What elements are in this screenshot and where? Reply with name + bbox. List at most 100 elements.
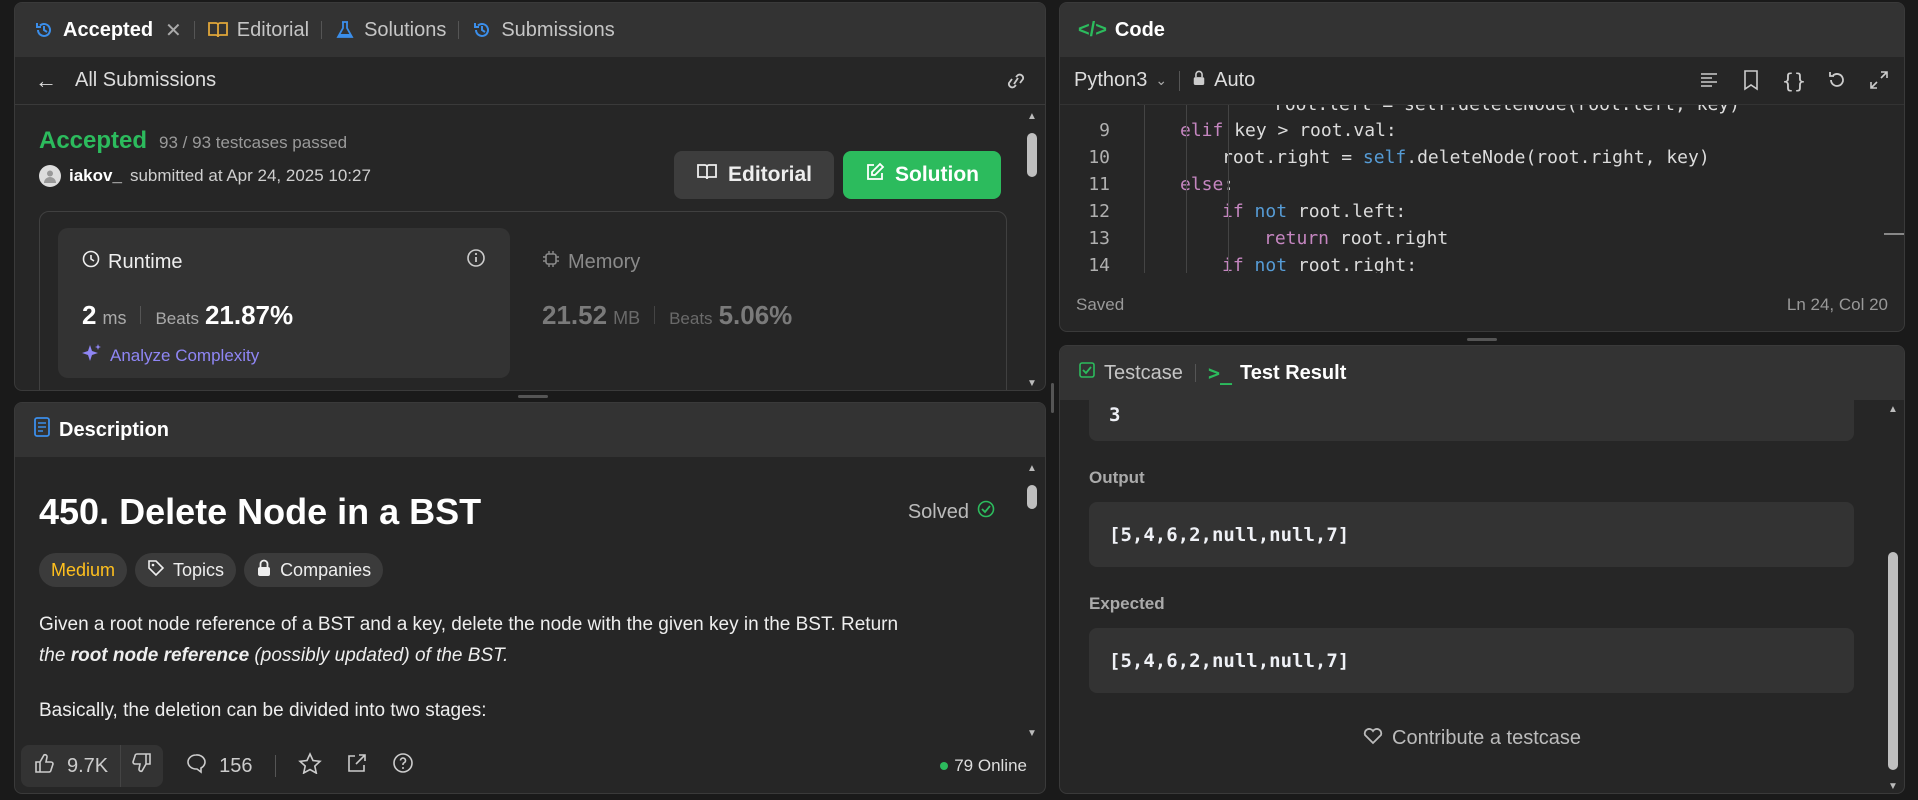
cursor-position: Ln 24, Col 20 (1786, 295, 1888, 314)
line-number: 14 (1088, 255, 1110, 273)
statement-the: the (39, 645, 66, 666)
tab-description[interactable]: Description (33, 416, 169, 444)
memory-beats-label: Beats (669, 309, 713, 328)
language-value: Python3 (1074, 69, 1148, 91)
tab-submissions[interactable]: Submissions (471, 19, 615, 42)
problem-title[interactable]: 450. Delete Node in a BST (39, 491, 481, 533)
scroll-up-icon[interactable]: ▲ (1027, 111, 1037, 122)
tab-test-result-label: Test Result (1240, 361, 1347, 384)
link-icon[interactable] (1003, 70, 1029, 98)
tab-test-result[interactable]: >_ Test Result (1208, 361, 1346, 385)
tab-code[interactable]: </> Code (1078, 19, 1165, 42)
language-select[interactable]: Python3 ⌄ (1074, 69, 1167, 92)
submission-content: Accepted 93 / 93 testcases passed iakov_… (15, 127, 1045, 390)
solution-button[interactable]: Solution (843, 151, 1001, 199)
memory-card[interactable]: Memory 21.52 MB Beats 5.06% (542, 228, 792, 353)
tab-description-label: Description (59, 418, 170, 441)
braces-icon[interactable]: {} (1782, 69, 1806, 97)
resize-handle-right[interactable] (1467, 338, 1497, 341)
result-scrollbar[interactable]: ▲ ▼ (1886, 404, 1900, 792)
line-number: 12 (1088, 201, 1110, 222)
star-icon[interactable] (297, 752, 322, 780)
all-submissions-link[interactable]: All Submissions (75, 69, 216, 92)
resize-handle-left[interactable] (518, 395, 548, 398)
companies-button[interactable]: Companies (244, 553, 384, 587)
output-box: [5,4,6,2,null,null,7] (1089, 502, 1854, 567)
close-icon[interactable]: ✕ (165, 18, 182, 43)
format-icon[interactable] (1698, 69, 1720, 97)
editorial-button[interactable]: Editorial (674, 151, 835, 199)
history-icon (33, 19, 55, 41)
scroll-down-icon[interactable]: ▼ (1888, 781, 1898, 792)
online-dot (940, 762, 949, 770)
expected-value: [5,4,6,2,null,null,7] (1109, 649, 1350, 672)
memory-value: 21.52 (542, 300, 608, 330)
upvote-button[interactable]: 9.7K (21, 745, 122, 787)
description-scrollbar[interactable]: ▲ ▼ (1025, 463, 1039, 739)
runtime-card[interactable]: Runtime 2 ms Beats 21.87% Analyze Comple… (58, 228, 510, 378)
scroll-thumb[interactable] (1888, 552, 1898, 770)
submission-panel: Accepted ✕ Editorial Solutions Submissio… (14, 2, 1046, 391)
info-icon[interactable] (466, 248, 486, 273)
topics-button[interactable]: Topics (135, 553, 237, 587)
expand-icon[interactable] (1868, 69, 1890, 97)
comments-button[interactable]: 156 (185, 752, 253, 780)
reset-icon[interactable] (1826, 69, 1848, 97)
lock-icon (1192, 69, 1206, 92)
terminal-icon: >_ (1207, 361, 1233, 385)
tab-editorial[interactable]: Editorial (207, 19, 309, 42)
tab-accepted[interactable]: Accepted ✕ (33, 18, 182, 43)
downvote-button[interactable] (121, 752, 163, 780)
scroll-down-icon[interactable]: ▼ (1027, 728, 1037, 739)
statement-tail: (possibly updated) of the BST. (254, 645, 509, 666)
submission-scrollbar[interactable]: ▲ ▼ (1025, 111, 1039, 390)
likes-count: 9.7K (67, 754, 109, 777)
resize-handle-vertical[interactable] (1051, 383, 1054, 413)
description-tabbar: Description (15, 403, 1045, 457)
tab-solutions[interactable]: Solutions (334, 19, 446, 42)
divider (193, 21, 195, 39)
runtime-label: Runtime (108, 250, 183, 273)
submission-tabbar: Accepted ✕ Editorial Solutions Submissio… (15, 3, 1045, 57)
avatar[interactable] (39, 165, 61, 187)
code-text: if not root.left: (1130, 201, 1406, 222)
code-text: else: (1130, 174, 1234, 195)
code-editor[interactable]: root.left = self.deleteNode(root.left, k… (1060, 105, 1904, 273)
divider (654, 306, 656, 324)
tab-solutions-label: Solutions (364, 18, 447, 41)
tab-accepted-label: Accepted (63, 18, 154, 41)
tag-icon (147, 559, 165, 582)
username[interactable]: iakov_ (69, 166, 122, 186)
scroll-thumb[interactable] (1027, 133, 1037, 177)
runtime-beats: 21.87% (204, 300, 294, 330)
code-text: elif key > root.val: (1130, 120, 1397, 141)
companies-label: Companies (280, 559, 372, 580)
contribute-testcase-button[interactable]: Contribute a testcase (1089, 725, 1854, 751)
analyze-complexity-label: Analyze Complexity (110, 345, 260, 365)
back-bar: ← All Submissions (15, 57, 1045, 105)
scroll-up-icon[interactable]: ▲ (1888, 404, 1898, 415)
arrow-left-icon[interactable]: ← (35, 68, 57, 94)
scroll-down-icon[interactable]: ▼ (1027, 378, 1037, 389)
memory-unit: MB (613, 308, 641, 328)
result-tabbar: Testcase >_ Test Result (1060, 346, 1904, 400)
tab-testcase[interactable]: Testcase (1078, 361, 1183, 385)
problem-statement: Given a root node reference of a BST and… (39, 609, 995, 726)
help-icon[interactable] (392, 752, 414, 780)
editor-actions: {} (1698, 69, 1890, 97)
bookmark-icon[interactable] (1740, 69, 1762, 97)
analyze-complexity-link[interactable]: Analyze Complexity (82, 343, 486, 368)
scroll-up-icon[interactable]: ▲ (1027, 463, 1037, 474)
runtime-beats-label: Beats (155, 309, 199, 328)
line-number: 10 (1088, 147, 1110, 168)
scroll-thumb[interactable] (1027, 485, 1037, 509)
difficulty-badge[interactable]: Medium (39, 553, 128, 587)
share-icon[interactable] (346, 752, 368, 780)
contribute-label: Contribute a testcase (1392, 726, 1581, 749)
mode-select[interactable]: Auto (1192, 69, 1255, 92)
heart-icon (1362, 725, 1384, 751)
code-token: root.right = (1222, 147, 1363, 168)
input-value-box: 3 (1089, 398, 1854, 441)
